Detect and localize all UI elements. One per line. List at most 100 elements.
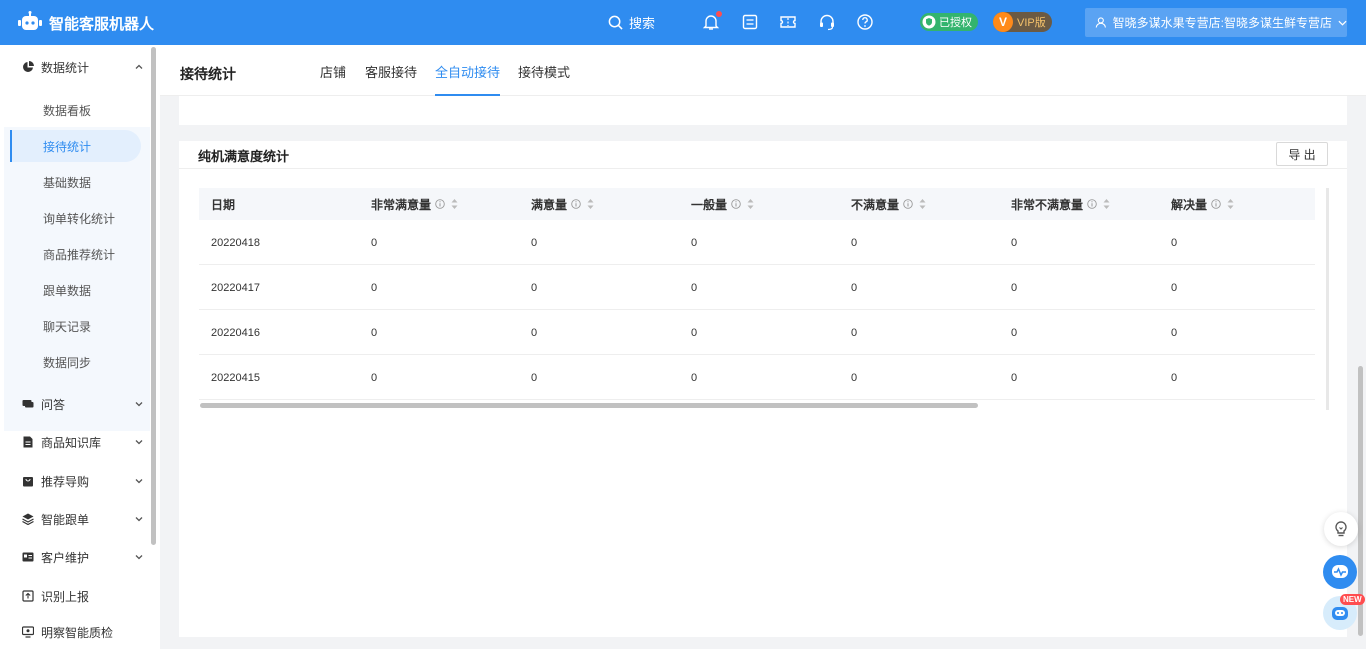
menu-group-identify-report[interactable]: 识别上报 <box>0 577 150 615</box>
authorized-badge: 已授权 <box>920 13 978 31</box>
tips-button[interactable] <box>1324 512 1358 546</box>
menu-group-label: 商品知识库 <box>41 435 102 450</box>
pulse-icon <box>1332 565 1348 578</box>
export-button[interactable]: 导 出 <box>1276 142 1328 166</box>
column-header-satisfied: 满意量 <box>531 188 594 220</box>
user-store-label: 智晓多谋水果专营店:智晓多谋生鲜专营店 <box>1112 16 1333 30</box>
sort-icon[interactable] <box>1103 198 1110 210</box>
menu-group-qa[interactable]: 问答 <box>0 385 150 423</box>
table-cell: 0 <box>851 281 858 294</box>
page-header: 接待统计 店铺 客服接待 全自动接待 接待模式 <box>160 45 1366 96</box>
user-icon <box>1095 17 1106 28</box>
table-cell: 0 <box>1171 326 1178 339</box>
user-store-dropdown[interactable]: 智晓多谋水果专营店:智晓多谋生鲜专营店 <box>1085 8 1347 37</box>
id-card-icon <box>22 552 34 562</box>
authorized-label: 已授权 <box>939 17 972 29</box>
table-cell: 0 <box>1011 236 1018 249</box>
new-badge: NEW <box>1340 594 1365 605</box>
menu-group-recommend[interactable]: 推荐导购 <box>0 462 150 500</box>
vip-label: VIP版 <box>1017 17 1046 29</box>
headset-icon[interactable] <box>818 13 836 31</box>
menu-group-product-kb[interactable]: 商品知识库 <box>0 423 150 461</box>
chevron-up-icon <box>135 64 143 69</box>
menu-group-label: 问答 <box>41 397 66 412</box>
table-row: 20220418 0 0 0 0 0 0 <box>199 220 1315 265</box>
sidebar-item-inquiry-conversion[interactable]: 询单转化统计 <box>10 202 141 234</box>
page-title: 接待统计 <box>180 66 236 82</box>
info-icon[interactable] <box>731 199 741 209</box>
menu-group-smart-follow[interactable]: 智能跟单 <box>0 500 150 538</box>
column-header-resolved: 解决量 <box>1171 188 1234 220</box>
app-title: 智能客服机器人 <box>49 16 155 33</box>
table-cell: 0 <box>851 326 858 339</box>
sidebar-item-data-sync[interactable]: 数据同步 <box>10 346 141 378</box>
activity-button[interactable] <box>1323 555 1357 589</box>
column-header-neutral: 一般量 <box>691 188 754 220</box>
ticket-icon[interactable] <box>779 13 797 31</box>
menu-group-customer-care[interactable]: 客户维护 <box>0 538 150 576</box>
sidebar-item-dashboard[interactable]: 数据看板 <box>10 94 141 126</box>
chevron-down-icon <box>135 517 143 522</box>
sort-icon[interactable] <box>451 198 458 210</box>
menu-group-label: 识别上报 <box>41 589 90 604</box>
list-icon[interactable] <box>741 13 759 31</box>
sidebar: 数据统计 数据看板 接待统计 基础数据 询单转化统计 商品推荐统计 跟单数据 聊… <box>0 45 160 649</box>
pie-chart-icon <box>23 61 34 72</box>
info-icon[interactable] <box>435 199 445 209</box>
info-icon[interactable] <box>571 199 581 209</box>
table-cell: 0 <box>371 371 378 384</box>
tab-auto-reception[interactable]: 全自动接待 <box>435 62 501 96</box>
sidebar-item-chat-records[interactable]: 聊天记录 <box>10 310 141 342</box>
help-icon[interactable] <box>856 13 874 31</box>
vip-icon: V <box>993 12 1013 32</box>
table-cell: 0 <box>691 326 698 339</box>
tab-reception-mode[interactable]: 接待模式 <box>518 62 570 96</box>
notification-dot <box>716 11 722 17</box>
chevron-down-icon <box>135 479 143 484</box>
table-cell: 0 <box>1011 281 1018 294</box>
sort-icon[interactable] <box>1227 198 1234 210</box>
info-icon[interactable] <box>903 199 913 209</box>
chevron-down-icon <box>135 402 143 407</box>
column-header-very-satisfied: 非常满意量 <box>371 188 458 220</box>
sidebar-scrollbar[interactable] <box>151 47 156 545</box>
info-icon[interactable] <box>1211 199 1221 209</box>
tab-agent-reception[interactable]: 客服接待 <box>365 62 417 96</box>
tab-store[interactable]: 店铺 <box>320 62 346 96</box>
table-cell: 20220415 <box>211 371 260 384</box>
table-cell: 0 <box>531 326 538 339</box>
table-cell: 0 <box>371 281 378 294</box>
table-cell: 0 <box>531 281 538 294</box>
menu-group-quality-check[interactable]: 明察智能质检 <box>0 613 150 649</box>
table-cell: 0 <box>691 371 698 384</box>
info-icon[interactable] <box>1087 199 1097 209</box>
table-cell: 0 <box>691 281 698 294</box>
table-header: 日期 非常满意量 满意量 一般量 不满意量 非常不满意量 解决量 <box>199 188 1315 220</box>
robot-logo-icon <box>18 11 42 30</box>
sidebar-item-follow-up-data[interactable]: 跟单数据 <box>10 274 141 306</box>
search-label: 搜索 <box>629 16 656 31</box>
table-cell: 0 <box>531 236 538 249</box>
sort-icon[interactable] <box>587 198 594 210</box>
menu-group-data-stats[interactable]: 数据统计 <box>0 48 150 86</box>
column-header-dissatisfied: 不满意量 <box>851 188 926 220</box>
table-cell: 0 <box>1011 371 1018 384</box>
sidebar-item-reception-stats[interactable]: 接待统计 <box>10 130 141 162</box>
table-vertical-scrollbar[interactable] <box>1326 188 1329 410</box>
table-horizontal-scrollbar[interactable] <box>200 403 978 408</box>
sidebar-item-basic-data[interactable]: 基础数据 <box>10 166 141 198</box>
card-title: 纯机满意度统计 <box>198 149 290 164</box>
layers-icon <box>22 513 34 525</box>
table-cell: 0 <box>1171 236 1178 249</box>
search-icon <box>608 15 623 30</box>
table-cell: 0 <box>1011 326 1018 339</box>
table-cell: 0 <box>371 326 378 339</box>
sort-icon[interactable] <box>747 198 754 210</box>
top-bar: 智能客服机器人 搜索 已授权 V VIP版 智晓多谋水果专营店:智晓多谋生鲜专营… <box>0 0 1366 45</box>
sort-icon[interactable] <box>919 198 926 210</box>
table-cell: 0 <box>1171 371 1178 384</box>
table-cell: 20220416 <box>211 326 260 339</box>
summary-card <box>179 96 1347 125</box>
sidebar-item-product-recommend-stats[interactable]: 商品推荐统计 <box>10 238 141 270</box>
search-button[interactable]: 搜索 <box>608 13 655 32</box>
